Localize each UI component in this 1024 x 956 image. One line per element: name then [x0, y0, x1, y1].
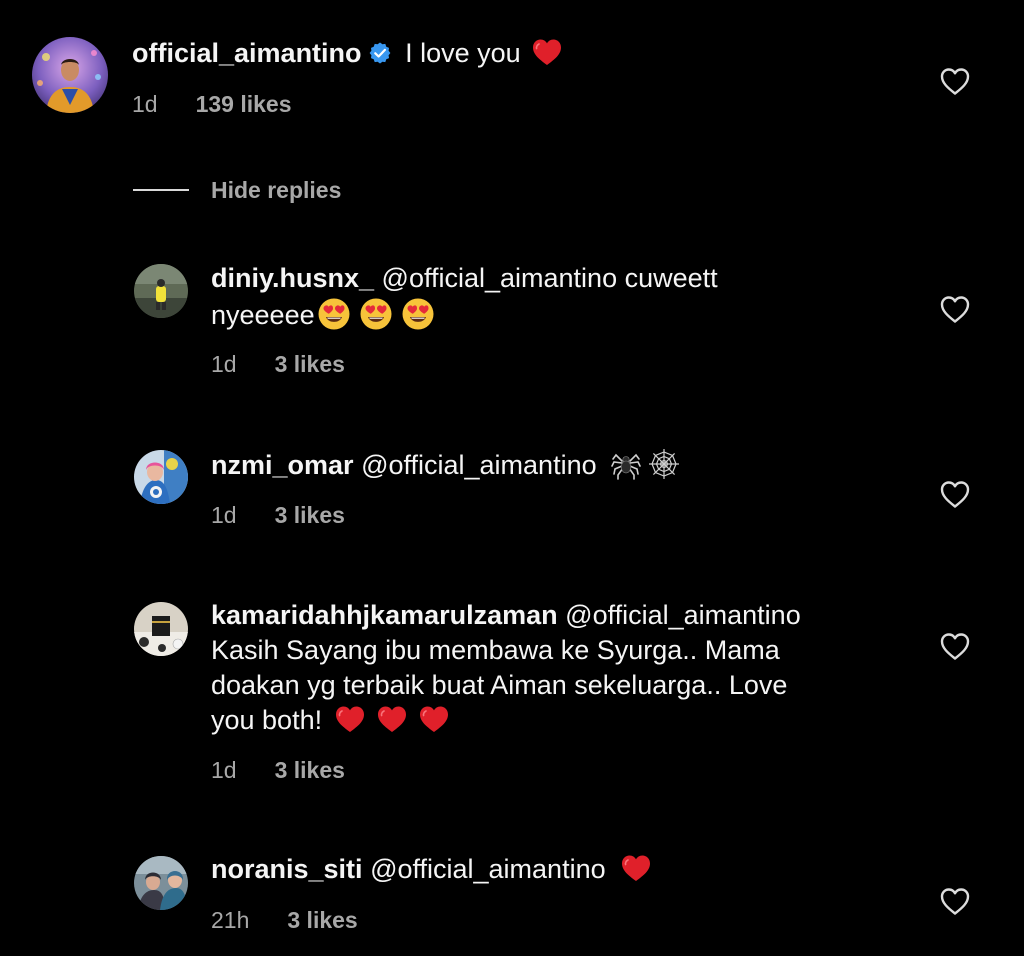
likes-count[interactable]: 3 likes — [275, 502, 345, 528]
comment-meta: 1d 3 likes — [211, 756, 345, 784]
comment-time: 1d — [132, 91, 158, 117]
comment-text: official_aimantino I love you — [132, 36, 563, 71]
red-heart-emoji — [418, 704, 450, 734]
comment-body: doakan yg terbaik buat Aiman sekeluarga.… — [211, 670, 788, 700]
comment-time: 1d — [211, 757, 237, 783]
heart-outline-icon[interactable] — [939, 479, 971, 509]
heart-eyes-emoji — [401, 297, 435, 331]
comment-meta: 1d 139 likes — [132, 90, 292, 118]
red-heart-emoji — [376, 704, 408, 734]
comment-time: 1d — [211, 502, 237, 528]
heart-eyes-emoji — [359, 297, 393, 331]
likes-count[interactable]: 139 likes — [196, 91, 292, 117]
likes-count[interactable]: 3 likes — [275, 757, 345, 783]
comment-body: cuweett — [624, 263, 718, 293]
spider-web-emoji — [647, 447, 681, 481]
avatar[interactable] — [134, 602, 188, 656]
hide-replies-label: Hide replies — [211, 176, 342, 203]
comment-meta: 1d 3 likes — [211, 350, 345, 378]
avatar[interactable] — [134, 450, 188, 504]
heart-outline-icon[interactable] — [939, 66, 971, 96]
comment-text: diniy.husnx_ @official_aimantino cuweett… — [211, 261, 911, 333]
avatar[interactable] — [134, 856, 188, 910]
comment-body: you both! — [211, 705, 323, 735]
comment-text: nzmi_omar @official_aimantino — [211, 447, 681, 483]
red-heart-emoji — [620, 853, 652, 883]
avatar[interactable] — [134, 264, 188, 318]
comment-text: kamaridahhjkamarulzaman @official_aimant… — [211, 598, 911, 738]
heart-outline-icon[interactable] — [939, 294, 971, 324]
red-heart-emoji — [531, 37, 563, 67]
comment-username[interactable]: kamaridahhjkamarulzaman — [211, 600, 558, 630]
heart-outline-icon[interactable] — [939, 886, 971, 916]
comment-meta: 21h 3 likes — [211, 906, 358, 934]
comment-body: Kasih Sayang ibu membawa ke Syurga.. Mam… — [211, 635, 780, 665]
heart-outline-icon[interactable] — [939, 631, 971, 661]
mention-link[interactable]: @official_aimantino — [361, 450, 597, 480]
likes-count[interactable]: 3 likes — [275, 351, 345, 377]
comment-username[interactable]: diniy.husnx_ — [211, 263, 374, 293]
comment-username[interactable]: official_aimantino — [132, 38, 362, 68]
comment-username[interactable]: nzmi_omar — [211, 450, 354, 480]
comment-body: I love you — [405, 38, 521, 68]
mention-link[interactable]: @official_aimantino — [565, 600, 801, 630]
comment-body: nyeeeee — [211, 300, 315, 330]
mention-link[interactable]: @official_aimantino — [382, 263, 618, 293]
replies-divider-line — [133, 189, 189, 191]
red-heart-emoji — [334, 704, 366, 734]
hide-replies-button[interactable]: Hide replies — [133, 175, 341, 205]
spider-emoji — [609, 447, 643, 481]
comment-meta: 1d 3 likes — [211, 501, 345, 529]
comment-time: 21h — [211, 907, 250, 933]
mention-link[interactable]: @official_aimantino — [370, 854, 606, 884]
likes-count[interactable]: 3 likes — [287, 907, 357, 933]
heart-eyes-emoji — [317, 297, 351, 331]
comment-time: 1d — [211, 351, 237, 377]
comment-text: noranis_siti @official_aimantino — [211, 852, 652, 887]
verified-badge-icon — [368, 41, 392, 65]
avatar[interactable] — [32, 37, 108, 113]
comment-username[interactable]: noranis_siti — [211, 854, 363, 884]
